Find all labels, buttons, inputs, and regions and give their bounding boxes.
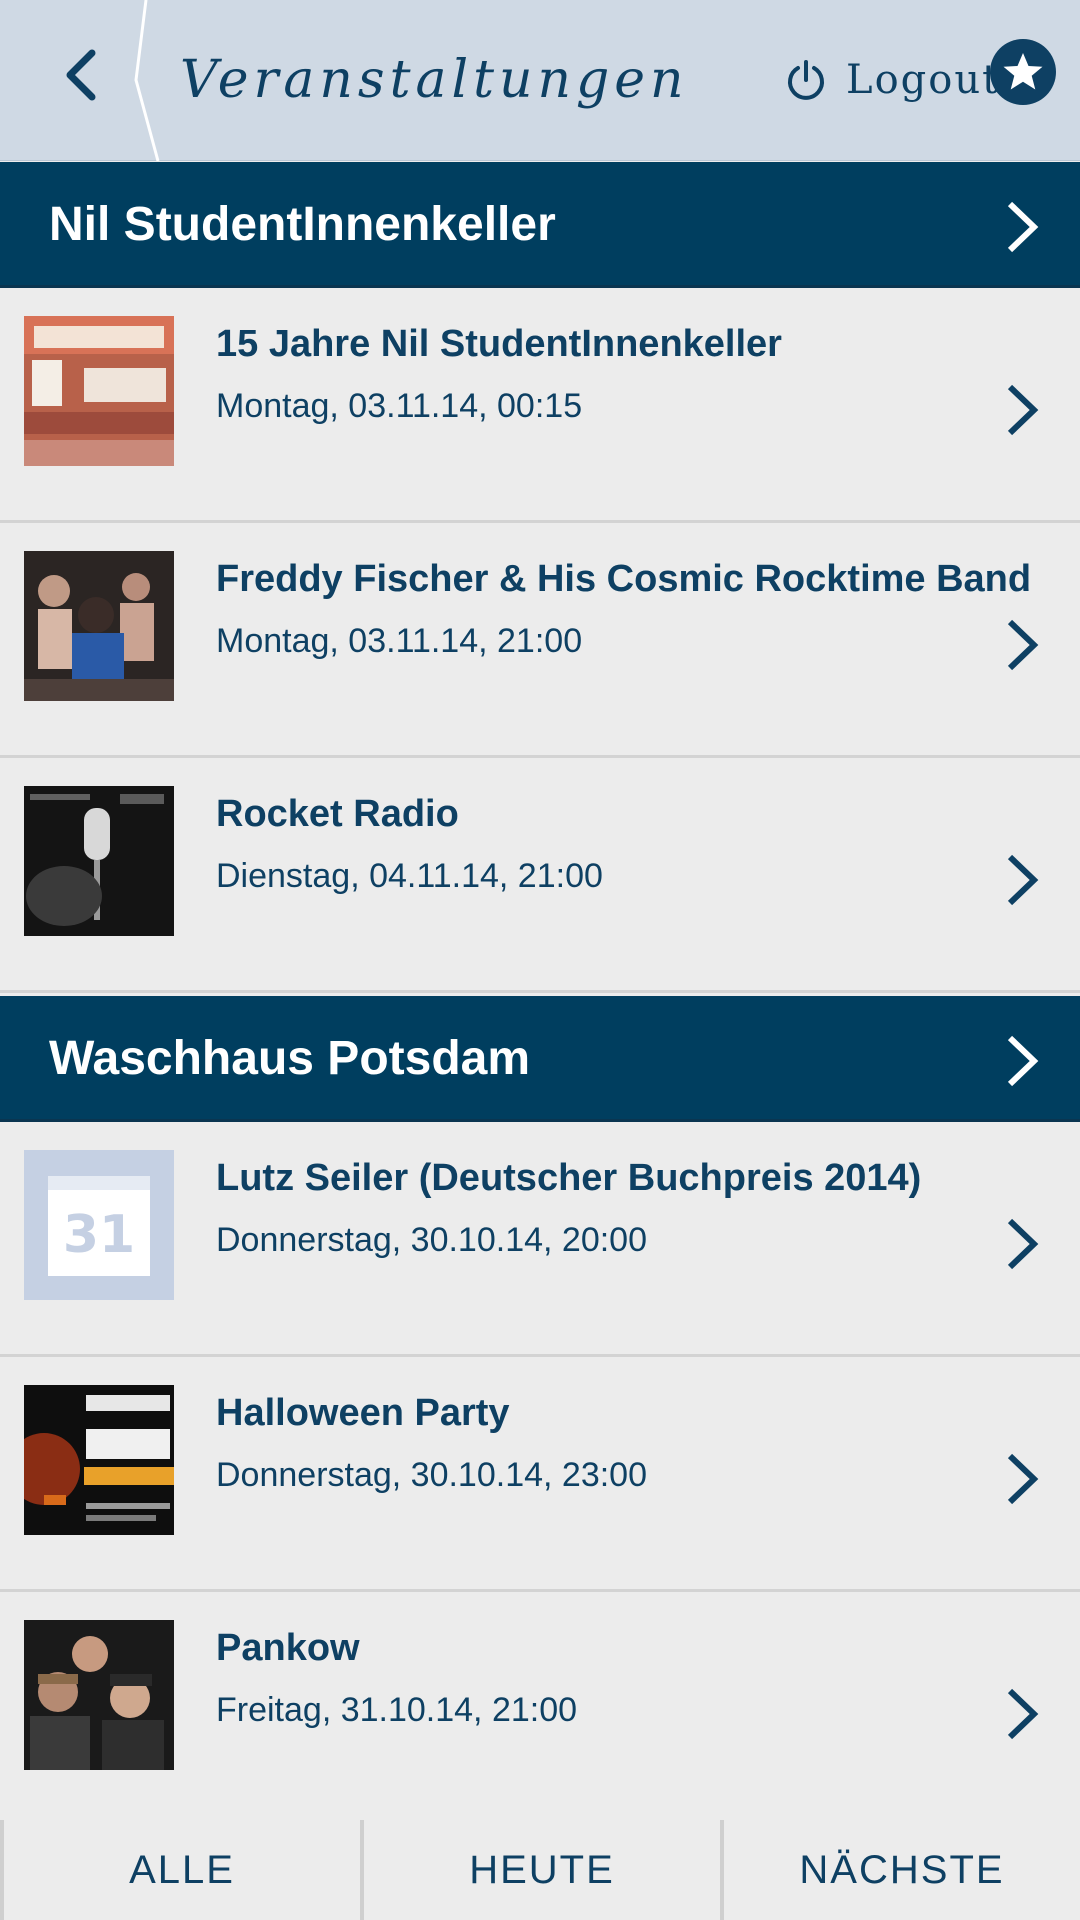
star-icon (1003, 53, 1043, 90)
event-title: Halloween Party (216, 1392, 510, 1434)
event-row[interactable]: 15 Jahre Nil StudentInnenkeller Montag, … (0, 291, 1080, 523)
chevron-right-icon (1007, 1453, 1039, 1505)
event-thumbnail (24, 316, 174, 466)
tab-naechste[interactable]: NÄCHSTE (720, 1820, 1080, 1920)
event-row[interactable]: Rocket Radio Dienstag, 04.11.14, 21:00 (0, 761, 1080, 993)
chevron-right-icon (1007, 201, 1039, 253)
poster-image (24, 1385, 174, 1535)
section-header-nil[interactable]: Nil StudentInnenkeller (0, 162, 1080, 288)
band-photo (24, 551, 174, 701)
bottom-tab-bar: ALLE HEUTE NÄCHSTE (0, 1820, 1080, 1920)
event-date: Donnerstag, 30.10.14, 23:00 (216, 1456, 647, 1494)
calendar-icon: 31 (24, 1150, 174, 1300)
power-icon (788, 60, 824, 100)
tab-alle[interactable]: ALLE (0, 1820, 360, 1920)
event-title: Pankow (216, 1627, 360, 1669)
event-date: Montag, 03.11.14, 00:15 (216, 387, 583, 425)
favorites-button[interactable] (990, 39, 1056, 105)
event-thumbnail (24, 786, 174, 936)
section-header-waschhaus[interactable]: Waschhaus Potsdam (0, 996, 1080, 1122)
event-date: Montag, 03.11.14, 21:00 (216, 622, 583, 660)
event-date: Donnerstag, 30.10.14, 20:00 (216, 1221, 647, 1259)
logout-label: Logout (846, 57, 1001, 103)
event-title: Freddy Fischer & His Cosmic Rocktime Ban… (216, 558, 1032, 600)
event-date: Dienstag, 04.11.14, 21:00 (216, 857, 603, 895)
chevron-right-icon (1007, 1035, 1039, 1087)
chevron-right-icon (1007, 384, 1039, 436)
event-row[interactable]: Pankow Freitag, 31.10.14, 21:00 (0, 1595, 1080, 1827)
chevron-left-icon (66, 49, 96, 101)
band-photo (24, 1620, 174, 1770)
event-row[interactable]: Freddy Fischer & His Cosmic Rocktime Ban… (0, 526, 1080, 758)
event-title: Lutz Seiler (Deutscher Buchpreis 2014) (216, 1157, 922, 1199)
event-thumbnail (24, 551, 174, 701)
chevron-right-icon (1007, 854, 1039, 906)
section-title: Nil StudentInnenkeller (49, 198, 556, 251)
page-title: Veranstaltungen (180, 50, 689, 110)
back-button[interactable] (30, 30, 130, 120)
poster-image (24, 316, 174, 466)
event-title: 15 Jahre Nil StudentInnenkeller (216, 323, 782, 365)
chevron-right-icon (1007, 1688, 1039, 1740)
header-divider (134, 0, 160, 161)
event-thumbnail (24, 1385, 174, 1535)
tab-heute[interactable]: HEUTE (360, 1820, 720, 1920)
chevron-right-icon (1007, 1218, 1039, 1270)
event-row[interactable]: 31 Lutz Seiler (Deutscher Buchpreis 2014… (0, 1125, 1080, 1357)
section-title: Waschhaus Potsdam (49, 1032, 531, 1085)
event-title: Rocket Radio (216, 793, 459, 835)
chevron-right-icon (1007, 619, 1039, 671)
event-thumbnail (24, 1620, 174, 1770)
logout-button[interactable]: Logout (784, 44, 1000, 116)
band-photo (24, 786, 174, 936)
svg-text:31: 31 (63, 1205, 135, 1265)
event-row[interactable]: Halloween Party Donnerstag, 30.10.14, 23… (0, 1360, 1080, 1592)
event-date: Freitag, 31.10.14, 21:00 (216, 1691, 578, 1729)
event-thumbnail: 31 (24, 1150, 174, 1300)
top-bar: Veranstaltungen Logout (0, 0, 1080, 161)
